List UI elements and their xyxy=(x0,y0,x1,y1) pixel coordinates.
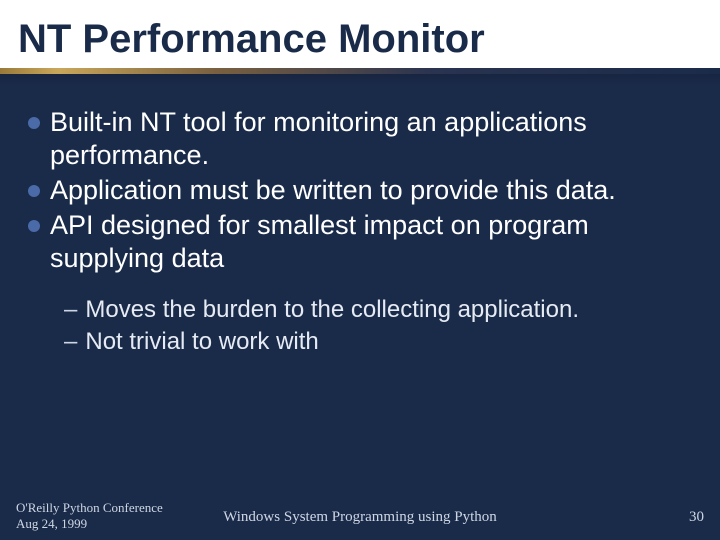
sub-bullet-text: Moves the burden to the collecting appli… xyxy=(85,295,579,325)
bullet-dot-icon xyxy=(28,185,40,197)
footer-center: Windows System Programming using Python xyxy=(0,509,720,526)
footer: O'Reilly Python Conference Aug 24, 1999 … xyxy=(0,492,720,540)
bullet-text: Application must be written to provide t… xyxy=(50,174,616,207)
sub-bullet-item: – Moves the burden to the collecting app… xyxy=(64,295,692,325)
title-area: NT Performance Monitor xyxy=(0,0,720,68)
content-area: Built-in NT tool for monitoring an appli… xyxy=(0,88,720,357)
dash-icon: – xyxy=(64,327,77,357)
sub-bullet-text: Not trivial to work with xyxy=(85,327,318,357)
dash-icon: – xyxy=(64,295,77,325)
bullet-item: Application must be written to provide t… xyxy=(28,174,692,207)
bullet-item: Built-in NT tool for monitoring an appli… xyxy=(28,106,692,172)
footer-page-number: 30 xyxy=(689,509,704,526)
bullet-text: Built-in NT tool for monitoring an appli… xyxy=(50,106,692,172)
slide-title: NT Performance Monitor xyxy=(18,18,702,60)
slide: NT Performance Monitor Built-in NT tool … xyxy=(0,0,720,540)
title-shadow xyxy=(0,74,720,88)
bullet-item: API designed for smallest impact on prog… xyxy=(28,209,692,275)
bullet-dot-icon xyxy=(28,220,40,232)
bullet-dot-icon xyxy=(28,117,40,129)
bullet-text: API designed for smallest impact on prog… xyxy=(50,209,692,275)
sub-bullet-item: – Not trivial to work with xyxy=(64,327,692,357)
sub-bullets: – Moves the burden to the collecting app… xyxy=(28,295,692,357)
